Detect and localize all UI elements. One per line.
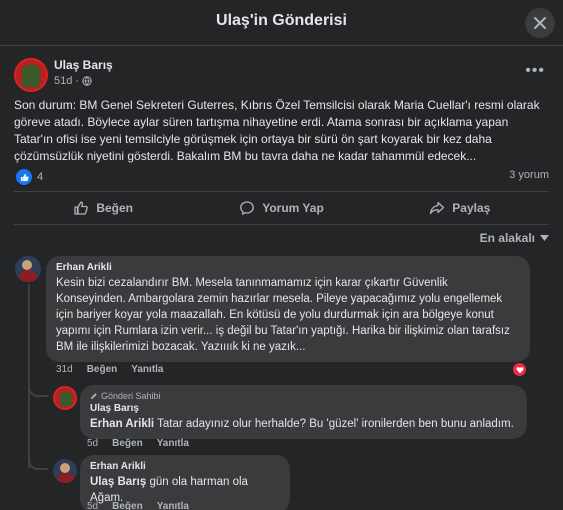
more-options-button[interactable]: ••• — [525, 62, 545, 80]
globe-icon — [82, 76, 92, 86]
comment-text: Kesin bizi cezalandırır BM. Mesela tanın… — [56, 277, 510, 353]
reply-actions: 5d Beğen Yanıtla — [87, 501, 189, 510]
meta-separator: · — [75, 75, 80, 87]
close-icon — [534, 17, 546, 29]
comment-button[interactable]: Yorum Yap — [192, 192, 370, 224]
comment-button-label: Yorum Yap — [262, 201, 324, 215]
comment-reply-button[interactable]: Yanıtla — [131, 364, 163, 375]
reply-like-button[interactable]: Beğen — [112, 501, 143, 510]
comment-author[interactable]: Erhan Arikli — [56, 262, 520, 273]
close-button[interactable] — [525, 8, 555, 38]
reply-reply-button[interactable]: Yanıtla — [157, 501, 189, 510]
comment-icon — [240, 201, 255, 215]
reply-bubble: Gönderi Sahibi Ulaş Barış Erhan Arikli T… — [80, 385, 527, 439]
thumbs-up-icon — [74, 201, 89, 215]
reply-like-button[interactable]: Beğen — [112, 438, 143, 449]
pencil-icon — [91, 393, 97, 399]
reply-actions: 5d Beğen Yanıtla — [87, 438, 189, 449]
share-button[interactable]: Paylaş — [371, 192, 549, 224]
comment-actions: 31d Beğen Yanıtla — [56, 364, 164, 375]
reaction-count: 4 — [37, 171, 44, 183]
author-avatar[interactable] — [14, 58, 48, 92]
comment-time[interactable]: 31d — [56, 364, 73, 375]
mention-link[interactable]: Erhan Arikli — [90, 418, 154, 430]
share-button-label: Paylaş — [452, 201, 491, 215]
post-dialog: Ulaş'in Gönderisi Ulaş Barış 51d · ••• S… — [0, 0, 563, 510]
reply-time[interactable]: 5d — [87, 438, 98, 449]
comment-sort-dropdown[interactable]: En alakalı — [480, 231, 549, 245]
like-button-label: Beğen — [96, 201, 133, 215]
mention-link[interactable]: Ulaş Barış — [90, 476, 146, 488]
post-time[interactable]: 51d — [54, 75, 72, 87]
comment-bubble: Erhan Arikli Kesin bizi cezalandırır BM.… — [46, 256, 530, 362]
share-icon — [430, 201, 445, 215]
author-badge: Gönderi Sahibi — [90, 391, 517, 401]
comment-like-button[interactable]: Beğen — [87, 364, 118, 375]
sort-label: En alakalı — [479, 231, 535, 245]
dialog-title: Ulaş'in Gönderisi — [216, 12, 347, 29]
chevron-down-icon — [540, 235, 549, 241]
reply-author[interactable]: Ulaş Barış — [90, 403, 517, 414]
reply-author[interactable]: Erhan Arikli — [90, 461, 280, 472]
reaction-summary[interactable]: 4 — [16, 169, 43, 185]
comment-avatar[interactable] — [15, 256, 41, 282]
reply-body: Tatar adayınız olur herhalde? Bu 'güzel'… — [154, 418, 514, 430]
like-button[interactable]: Beğen — [14, 192, 192, 224]
action-bar: Beğen Yorum Yap Paylaş — [14, 191, 549, 225]
author-badge-label: Gönderi Sahibi — [101, 391, 161, 401]
reply-reply-button[interactable]: Yanıtla — [157, 438, 189, 449]
thread-connector — [28, 456, 48, 470]
like-reaction-icon — [16, 169, 32, 185]
comment-count[interactable]: 3 yorum — [509, 169, 549, 181]
reply-avatar[interactable] — [53, 386, 77, 410]
post-author-name[interactable]: Ulaş Barış — [54, 58, 113, 72]
heart-reaction-icon[interactable] — [512, 362, 527, 377]
thread-line — [28, 284, 30, 468]
thread-connector — [28, 383, 48, 397]
post-text: Son durum: BM Genel Sekreteri Guterres, … — [14, 98, 540, 163]
reply-avatar[interactable] — [53, 459, 77, 483]
reply-text: Erhan Arikli Tatar adayınız olur herhald… — [90, 416, 517, 432]
dialog-header: Ulaş'in Gönderisi — [0, 0, 563, 46]
post-meta: 51d · — [54, 75, 92, 87]
reply-time[interactable]: 5d — [87, 501, 98, 510]
